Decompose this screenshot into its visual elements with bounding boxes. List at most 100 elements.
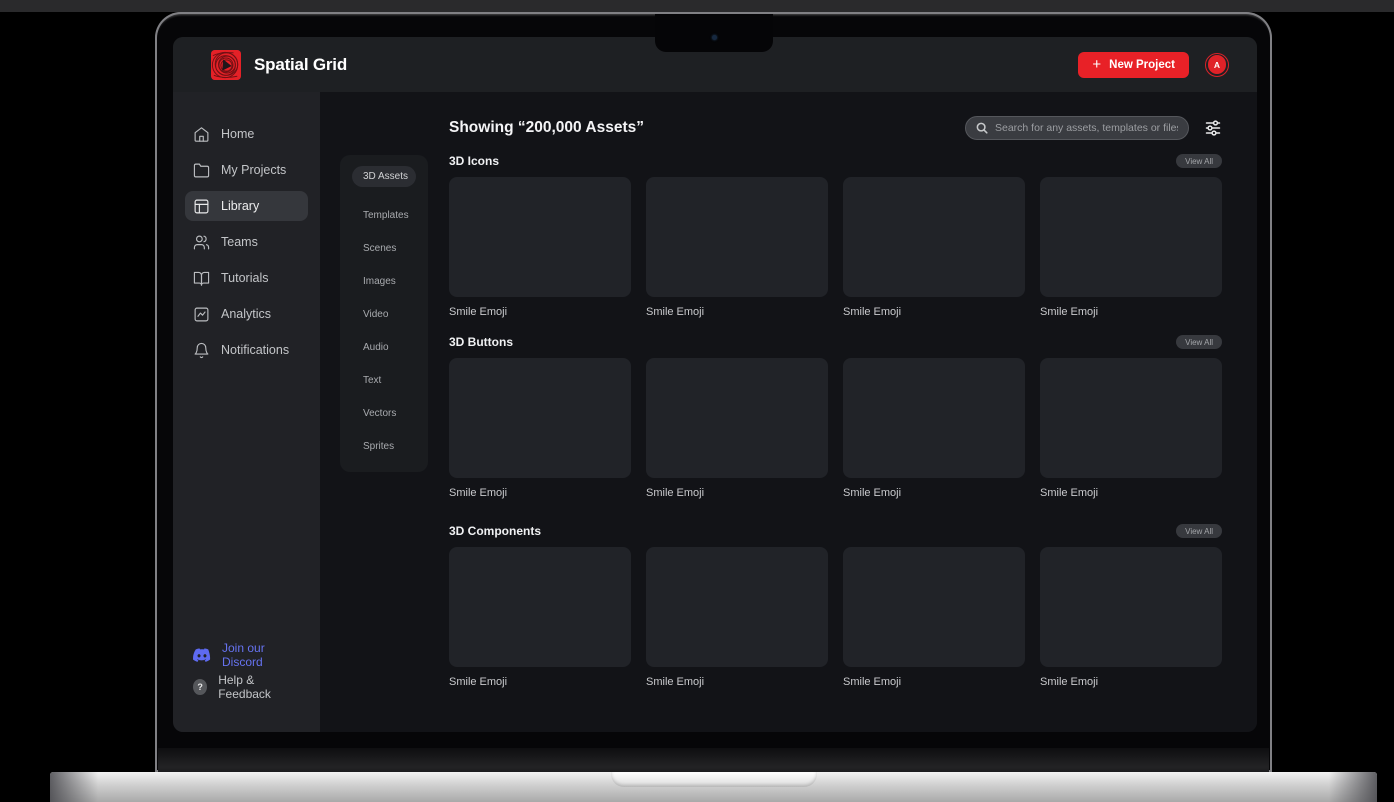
- laptop-screen: Spatial Grid + New Project A: [155, 12, 1272, 772]
- asset-cell: Smile Emoji: [449, 547, 631, 688]
- chart-icon: [193, 306, 210, 323]
- category-vectors[interactable]: Vectors: [340, 397, 428, 430]
- category-templates[interactable]: Templates: [340, 199, 428, 232]
- asset-cell: Smile Emoji: [1040, 547, 1222, 688]
- bell-icon: [193, 342, 210, 359]
- laptop-base: [50, 772, 1377, 802]
- asset-card-label: Smile Emoji: [449, 676, 631, 688]
- asset-card[interactable]: [1040, 358, 1222, 478]
- open-book-icon: [193, 270, 210, 287]
- asset-card-label: Smile Emoji: [843, 306, 1025, 318]
- asset-card-label: Smile Emoji: [1040, 306, 1222, 318]
- category-audio[interactable]: Audio: [340, 331, 428, 364]
- sidebar-item-label: Notifications: [221, 343, 289, 357]
- backdrop-top-strip: [0, 0, 1394, 12]
- section-title: 3D Icons: [449, 154, 499, 168]
- sidebar-item-label: Tutorials: [221, 271, 268, 285]
- category-3d-assets[interactable]: 3D Assets: [352, 166, 416, 187]
- content-area: Showing “200,000 Assets”: [428, 92, 1257, 732]
- asset-card[interactable]: [646, 547, 828, 667]
- asset-card[interactable]: [843, 177, 1025, 297]
- category-text[interactable]: Text: [340, 364, 428, 397]
- page-title: Showing “200,000 Assets”: [449, 119, 644, 137]
- new-project-button[interactable]: + New Project: [1078, 52, 1189, 78]
- avatar-initial: A: [1208, 55, 1226, 73]
- section-title: 3D Components: [449, 524, 541, 538]
- section-3d-buttons: 3D Buttons View All Smile Emoji: [449, 334, 1222, 499]
- asset-card[interactable]: [646, 177, 828, 297]
- app-body: Home My Projects Library: [173, 92, 1257, 732]
- asset-card[interactable]: [646, 358, 828, 478]
- brand: Spatial Grid: [211, 50, 347, 80]
- folder-icon: [193, 162, 210, 179]
- asset-cell: Smile Emoji: [843, 177, 1025, 318]
- asset-cell: Smile Emoji: [646, 547, 828, 688]
- search-input[interactable]: [995, 122, 1178, 134]
- section-3d-components: 3D Components View All Smile Emoji: [449, 523, 1222, 688]
- view-all-button[interactable]: View All: [1176, 524, 1222, 538]
- asset-card-label: Smile Emoji: [646, 306, 828, 318]
- layout-grid-icon: [193, 198, 210, 215]
- lid-scoop: [611, 772, 817, 787]
- category-scenes[interactable]: Scenes: [340, 232, 428, 265]
- desktop-background: Spatial Grid + New Project A: [0, 0, 1394, 802]
- asset-card[interactable]: [449, 177, 631, 297]
- asset-card-label: Smile Emoji: [1040, 487, 1222, 499]
- brand-name: Spatial Grid: [254, 55, 347, 75]
- sidebar-item-tutorials[interactable]: Tutorials: [185, 263, 308, 293]
- plus-icon: +: [1092, 57, 1101, 72]
- laptop-notch: [655, 14, 773, 52]
- asset-card[interactable]: [1040, 177, 1222, 297]
- content-header-actions: [965, 116, 1222, 140]
- search-icon: [976, 122, 988, 134]
- asset-card-label: Smile Emoji: [646, 487, 828, 499]
- section-header: 3D Icons View All: [449, 153, 1222, 169]
- camera-dot: [712, 35, 717, 40]
- asset-card[interactable]: [449, 547, 631, 667]
- asset-card[interactable]: [449, 358, 631, 478]
- laptop-hinge: [158, 748, 1269, 772]
- category-sprites[interactable]: Sprites: [340, 430, 428, 463]
- sidebar-item-label: Join our Discord: [222, 641, 300, 669]
- asset-card-label: Smile Emoji: [449, 487, 631, 499]
- sidebar: Home My Projects Library: [173, 92, 320, 732]
- section-title: 3D Buttons: [449, 335, 513, 349]
- sidebar-item-home[interactable]: Home: [185, 119, 308, 149]
- sidebar-item-my-projects[interactable]: My Projects: [185, 155, 308, 185]
- sidebar-item-label: Help & Feedback: [218, 673, 300, 701]
- sidebar-item-label: Library: [221, 199, 259, 213]
- asset-card-label: Smile Emoji: [843, 487, 1025, 499]
- question-mark-icon: ?: [193, 679, 207, 695]
- sidebar-item-label: Teams: [221, 235, 258, 249]
- search-bar[interactable]: [965, 116, 1189, 140]
- asset-card-label: Smile Emoji: [843, 676, 1025, 688]
- header-actions: + New Project A: [1078, 52, 1229, 78]
- sidebar-item-join-discord[interactable]: Join our Discord: [185, 640, 308, 670]
- view-all-button[interactable]: View All: [1176, 154, 1222, 168]
- users-icon: [193, 234, 210, 251]
- sidebar-item-label: My Projects: [221, 163, 286, 177]
- new-project-label: New Project: [1109, 59, 1175, 71]
- discord-icon: [193, 648, 211, 662]
- app-window: Spatial Grid + New Project A: [173, 37, 1257, 732]
- category-video[interactable]: Video: [340, 298, 428, 331]
- sidebar-item-help-feedback[interactable]: ? Help & Feedback: [185, 672, 308, 702]
- asset-card-label: Smile Emoji: [1040, 676, 1222, 688]
- asset-card[interactable]: [843, 547, 1025, 667]
- sidebar-spacer: [173, 371, 320, 640]
- asset-cell: Smile Emoji: [1040, 177, 1222, 318]
- sidebar-item-analytics[interactable]: Analytics: [185, 299, 308, 329]
- view-all-button[interactable]: View All: [1176, 335, 1222, 349]
- section-header: 3D Components View All: [449, 523, 1222, 539]
- asset-card-label: Smile Emoji: [646, 676, 828, 688]
- sidebar-item-library[interactable]: Library: [185, 191, 308, 221]
- asset-card[interactable]: [843, 358, 1025, 478]
- home-icon: [193, 126, 210, 143]
- avatar[interactable]: A: [1205, 53, 1229, 77]
- sidebar-item-label: Home: [221, 127, 254, 141]
- asset-card[interactable]: [1040, 547, 1222, 667]
- category-images[interactable]: Images: [340, 265, 428, 298]
- sidebar-item-notifications[interactable]: Notifications: [185, 335, 308, 365]
- sidebar-item-teams[interactable]: Teams: [185, 227, 308, 257]
- filter-sliders-icon[interactable]: [1204, 119, 1222, 137]
